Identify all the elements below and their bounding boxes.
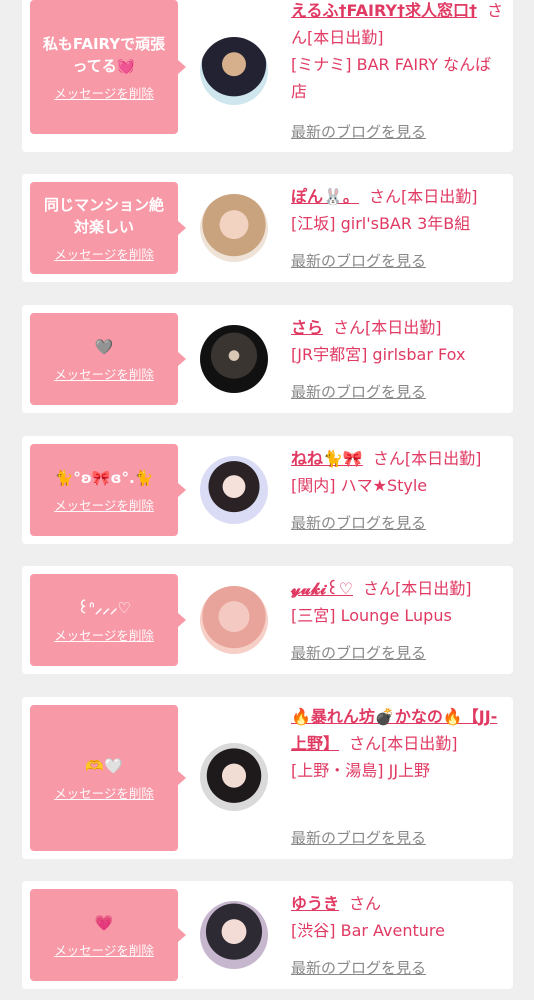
latest-blog-link[interactable]: 最新のブログを見る — [291, 957, 426, 978]
status-label: [本日出勤] — [394, 579, 472, 598]
message-bubble: 私もFAIRYで頑張ってる💓 メッセージを削除 — [30, 0, 186, 134]
status-label: [本日出勤] — [307, 28, 384, 47]
delete-message-link[interactable]: メッセージを削除 — [54, 83, 154, 102]
shop-name: Lounge Lupus — [340, 606, 452, 625]
user-info: えるふ†FAIRY†求人窓口† さん[本日出勤] [ミナミ] BAR FAIRY … — [291, 0, 506, 105]
user-info: ゆうき さん [渋谷] Bar Aventure — [291, 890, 506, 944]
user-info: 🔥暴れん坊💣かなの🔥【JJ-上野】 さん[本日出勤] [上野・湯島] JJ上野 — [291, 703, 506, 784]
message-bubble: ꒰ᐢ⸝⸝⸝♡ メッセージを削除 — [30, 574, 186, 666]
shop-area: [渋谷] — [291, 921, 336, 940]
shop-name: girl'sBAR 3年B組 — [340, 214, 471, 233]
status-label: [本日出勤] — [400, 187, 478, 206]
honorific: さん — [362, 579, 395, 598]
honorific: さん — [333, 318, 366, 337]
message-card: 🫶🤍 メッセージを削除 🔥暴れん坊💣かなの🔥【JJ-上野】 さん[本日出勤] [上… — [22, 697, 513, 859]
delete-message-link[interactable]: メッセージを削除 — [54, 940, 154, 959]
shop-area: [関内] — [291, 476, 336, 495]
avatar[interactable] — [200, 743, 268, 811]
honorific: さん — [349, 894, 382, 913]
message-bubble: 🩶 メッセージを削除 — [30, 313, 186, 405]
delete-message-link[interactable]: メッセージを削除 — [54, 244, 154, 263]
latest-blog-link[interactable]: 最新のブログを見る — [291, 827, 426, 848]
avatar[interactable] — [200, 37, 268, 105]
user-name-link[interactable]: えるふ†FAIRY†求人窓口† — [291, 1, 477, 20]
shop-name: girlsbar Fox — [372, 345, 466, 364]
delete-message-link[interactable]: メッセージを削除 — [54, 495, 154, 514]
message-card: 💗 メッセージを削除 ゆうき さん [渋谷] Bar Aventure 最新のブロ… — [22, 881, 513, 989]
message-card: 私もFAIRYで頑張ってる💓 メッセージを削除 えるふ†FAIRY†求人窓口† さ… — [22, 0, 513, 152]
user-name-link[interactable]: ねね🐈🎀 — [291, 449, 363, 468]
message-text: 私もFAIRYで頑張ってる💓 — [42, 34, 166, 75]
shop-name: Bar Aventure — [340, 921, 445, 940]
shop-area: [三宮] — [291, 606, 336, 625]
delete-message-link[interactable]: メッセージを削除 — [54, 364, 154, 383]
message-text: 🩶 — [94, 337, 114, 356]
shop-name: ハマ★Style — [340, 476, 428, 495]
user-name-link[interactable]: さら — [291, 318, 323, 337]
user-name-link[interactable]: 𝔂𝓾𝓴𝓲꒰♡ — [291, 579, 353, 598]
shop-area: [JR宇都宮] — [291, 345, 368, 364]
message-text: 同じマンション絶対楽しい — [43, 195, 164, 236]
delete-message-link[interactable]: メッセージを削除 — [54, 783, 154, 802]
message-card: 同じマンション絶対楽しい メッセージを削除 ぽん🐰。 さん[本日出勤] [江坂] … — [22, 174, 513, 282]
shop-area: [上野・湯島] — [291, 761, 384, 780]
shop-area: [ミナミ] — [291, 55, 352, 74]
latest-blog-link[interactable]: 最新のブログを見る — [291, 642, 426, 663]
message-text: 💗 — [94, 913, 114, 932]
user-name-link[interactable]: ぽん🐰。 — [291, 187, 359, 206]
message-text: ꒰ᐢ⸝⸝⸝♡ — [77, 598, 131, 617]
shop-area: [江坂] — [291, 214, 336, 233]
message-bubble: 🫶🤍 メッセージを削除 — [30, 705, 186, 851]
message-bubble: 同じマンション絶対楽しい メッセージを削除 — [30, 182, 186, 274]
status-label: [本日出勤] — [404, 449, 482, 468]
status-label: [本日出勤] — [381, 734, 458, 753]
delete-message-link[interactable]: メッセージを削除 — [54, 625, 154, 644]
user-info: ねね🐈🎀 さん[本日出勤] [関内] ハマ★Style — [291, 445, 506, 499]
message-card: ꒰ᐢ⸝⸝⸝♡ メッセージを削除 𝔂𝓾𝓴𝓲꒰♡ さん[本日出勤] [三宮] Loun… — [22, 566, 513, 674]
honorific: さん — [372, 449, 405, 468]
avatar[interactable] — [200, 456, 268, 524]
status-label: [本日出勤] — [365, 318, 442, 337]
honorific: さん — [349, 734, 382, 753]
latest-blog-link[interactable]: 最新のブログを見る — [291, 381, 426, 402]
message-card: 🐈°ʚ🎀ɞ°.🐈 メッセージを削除 ねね🐈🎀 さん[本日出勤] [関内] ハマ★S… — [22, 436, 513, 544]
user-info: 𝔂𝓾𝓴𝓲꒰♡ さん[本日出勤] [三宮] Lounge Lupus — [291, 575, 506, 629]
message-text: 🫶🤍 — [85, 756, 123, 775]
avatar[interactable] — [200, 325, 268, 393]
user-name-link[interactable]: ゆうき — [291, 894, 339, 913]
latest-blog-link[interactable]: 最新のブログを見る — [291, 250, 426, 271]
latest-blog-link[interactable]: 最新のブログを見る — [291, 121, 426, 142]
message-bubble: 🐈°ʚ🎀ɞ°.🐈 メッセージを削除 — [30, 444, 186, 536]
message-bubble: 💗 メッセージを削除 — [30, 889, 186, 981]
message-text: 🐈°ʚ🎀ɞ°.🐈 — [54, 468, 154, 487]
user-info: ぽん🐰。 さん[本日出勤] [江坂] girl'sBAR 3年B組 — [291, 183, 506, 237]
user-info: さら さん[本日出勤] [JR宇都宮] girlsbar Fox — [291, 314, 506, 368]
latest-blog-link[interactable]: 最新のブログを見る — [291, 512, 426, 533]
message-card: 🩶 メッセージを削除 さら さん[本日出勤] [JR宇都宮] girlsbar F… — [22, 305, 513, 413]
avatar[interactable] — [200, 194, 268, 262]
avatar[interactable] — [200, 901, 268, 969]
honorific: さん — [368, 187, 401, 206]
avatar[interactable] — [200, 586, 268, 654]
shop-name: JJ上野 — [388, 761, 431, 780]
